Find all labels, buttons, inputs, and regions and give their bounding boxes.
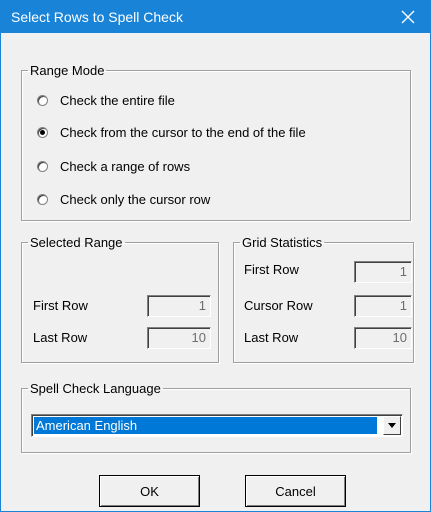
chevron-down-icon xyxy=(388,423,396,428)
radio-cursor-row[interactable]: Check only the cursor row xyxy=(37,191,210,207)
grid-cursor-row-label: Cursor Row xyxy=(244,298,313,313)
language-dropdown-button[interactable] xyxy=(383,416,401,435)
window-title: Select Rows to Spell Check xyxy=(11,9,183,25)
range-mode-title: Range Mode xyxy=(30,63,105,78)
radio-range-of-rows[interactable]: Check a range of rows xyxy=(37,158,190,174)
language-select[interactable]: American English xyxy=(31,414,403,437)
radio-button[interactable] xyxy=(37,126,48,138)
selected-last-row-label: Last Row xyxy=(33,330,88,345)
selected-last-row-field: 10 xyxy=(147,327,211,349)
radio-button[interactable] xyxy=(37,94,48,106)
language-selected-value: American English xyxy=(34,417,377,434)
close-button[interactable] xyxy=(386,1,430,33)
cancel-button[interactable]: Cancel xyxy=(245,475,346,507)
radio-label: Check the entire file xyxy=(60,92,175,108)
radio-label: Check only the cursor row xyxy=(60,191,211,207)
grid-last-row-label: Last Row xyxy=(244,330,299,345)
radio-cursor-to-end[interactable]: Check from the cursor to the end of the … xyxy=(37,124,306,140)
grid-first-row-field: 1 xyxy=(354,261,412,283)
radio-entire-file[interactable]: Check the entire file xyxy=(37,92,175,108)
grid-first-row-label: First Row xyxy=(244,262,299,277)
selected-first-row-label: First Row xyxy=(33,298,88,313)
grid-statistics-title: Grid Statistics xyxy=(242,235,323,250)
language-title: Spell Check Language xyxy=(30,381,161,396)
radio-label: Check a range of rows xyxy=(60,158,191,174)
selected-range-title: Selected Range xyxy=(30,235,123,250)
grid-last-row-field: 10 xyxy=(354,327,412,349)
radio-button[interactable] xyxy=(37,160,48,172)
dialog-window: Select Rows to Spell Check Range Mode Ch… xyxy=(0,0,431,512)
radio-label: Check from the cursor to the end of the … xyxy=(60,124,306,140)
ok-button[interactable]: OK xyxy=(99,475,200,507)
close-icon xyxy=(401,10,415,24)
selected-first-row-field: 1 xyxy=(147,295,211,317)
radio-button[interactable] xyxy=(37,193,48,205)
grid-cursor-row-field: 1 xyxy=(354,295,412,317)
title-bar: Select Rows to Spell Check xyxy=(1,1,430,33)
